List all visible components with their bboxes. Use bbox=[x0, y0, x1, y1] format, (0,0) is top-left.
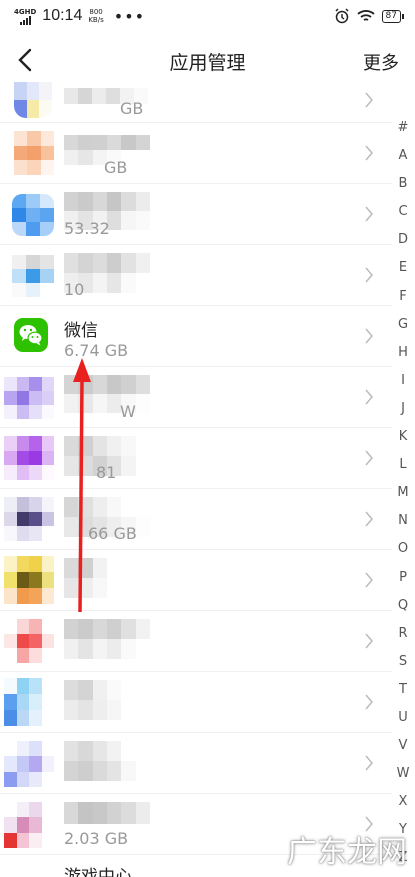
app-row[interactable]: 66 GB bbox=[0, 489, 392, 550]
app-row[interactable]: 81 bbox=[0, 428, 392, 489]
network-label: 4GHD bbox=[14, 7, 37, 16]
app-row[interactable]: 53.32 bbox=[0, 184, 392, 245]
app-size: 81 bbox=[96, 463, 117, 482]
index-letter[interactable]: V bbox=[391, 732, 415, 760]
chevron-right-icon bbox=[365, 389, 373, 405]
network-indicator: 4GHD bbox=[14, 8, 36, 25]
app-icon-blurred bbox=[4, 436, 54, 480]
index-letter[interactable]: E bbox=[391, 254, 415, 282]
alphabet-index[interactable]: # A B C D E F G H I J K L M N O P Q R S T U V W X Y Z bbox=[391, 114, 415, 873]
app-row[interactable] bbox=[0, 550, 392, 611]
index-letter[interactable]: P bbox=[391, 564, 415, 592]
chevron-right-icon bbox=[365, 267, 373, 283]
chevron-right-icon bbox=[365, 511, 373, 527]
app-size: 6.74 GB bbox=[64, 341, 129, 360]
app-row[interactable]: GB bbox=[0, 123, 392, 184]
app-row[interactable]: W bbox=[0, 367, 392, 428]
app-list[interactable]: GB GB 53.32 10 微信 6.74 GB W 81 66 GB 2.0… bbox=[0, 82, 392, 855]
app-icon-blurred bbox=[12, 194, 54, 236]
page-title: 应用管理 bbox=[169, 51, 246, 74]
index-letter[interactable]: K bbox=[391, 423, 415, 451]
chevron-right-icon bbox=[365, 633, 373, 649]
wechat-icon bbox=[14, 318, 48, 352]
app-size: GB bbox=[104, 158, 128, 177]
app-name-blurred bbox=[64, 558, 150, 598]
app-size: W bbox=[120, 402, 136, 421]
app-icon-blurred bbox=[4, 497, 54, 541]
index-letter[interactable]: U bbox=[391, 704, 415, 732]
app-name-game-center[interactable]: 游戏中心 bbox=[64, 862, 132, 877]
index-letter[interactable]: O bbox=[391, 535, 415, 563]
nav-bar: 应用管理 更多 bbox=[0, 32, 415, 90]
watermark: 广东龙网 bbox=[287, 835, 407, 870]
index-letter[interactable]: S bbox=[391, 648, 415, 676]
app-icon-blurred bbox=[4, 556, 54, 604]
index-letter[interactable]: A bbox=[391, 142, 415, 170]
app-size: GB bbox=[120, 99, 144, 118]
index-letter[interactable]: D bbox=[391, 226, 415, 254]
app-row[interactable] bbox=[0, 611, 392, 672]
app-icon-blurred bbox=[4, 377, 54, 419]
chevron-right-icon bbox=[365, 206, 373, 222]
app-icon-blurred bbox=[4, 678, 54, 726]
index-letter[interactable]: M bbox=[391, 479, 415, 507]
overflow-dots-icon: ••• bbox=[113, 6, 146, 26]
app-size: 66 GB bbox=[88, 524, 137, 543]
index-letter[interactable]: N bbox=[391, 507, 415, 535]
app-row[interactable] bbox=[0, 733, 392, 794]
app-name-blurred bbox=[64, 741, 150, 781]
chevron-right-icon bbox=[365, 572, 373, 588]
index-letter[interactable]: X bbox=[391, 788, 415, 816]
index-letter[interactable]: I bbox=[391, 367, 415, 395]
index-letter[interactable]: # bbox=[391, 114, 415, 142]
app-icon-blurred bbox=[4, 619, 54, 663]
chevron-right-icon bbox=[365, 694, 373, 710]
app-size: 53.32 bbox=[64, 219, 110, 238]
more-button[interactable]: 更多 bbox=[363, 49, 399, 75]
net-speed-unit: KB/s bbox=[88, 16, 104, 24]
app-icon-blurred bbox=[12, 255, 54, 297]
app-row[interactable] bbox=[0, 672, 392, 733]
net-speed: 800 KB/s bbox=[88, 8, 103, 24]
app-row[interactable]: GB bbox=[0, 82, 392, 123]
app-size: 2.03 GB bbox=[64, 829, 129, 848]
app-row-wechat[interactable]: 微信 6.74 GB bbox=[0, 306, 392, 367]
app-name: 微信 bbox=[64, 321, 98, 341]
index-letter[interactable]: L bbox=[391, 451, 415, 479]
app-row[interactable]: 10 bbox=[0, 245, 392, 306]
app-icon-blurred bbox=[4, 802, 54, 848]
chevron-right-icon bbox=[365, 328, 373, 344]
wifi-icon bbox=[356, 10, 375, 21]
chevron-right-icon bbox=[365, 450, 373, 466]
index-letter[interactable]: W bbox=[391, 760, 415, 788]
app-icon-blurred bbox=[14, 82, 52, 118]
app-name-blurred bbox=[64, 619, 150, 659]
index-letter[interactable]: Q bbox=[391, 592, 415, 620]
net-speed-value: 800 bbox=[89, 8, 103, 16]
index-letter[interactable]: C bbox=[391, 198, 415, 226]
index-letter[interactable]: R bbox=[391, 620, 415, 648]
chevron-right-icon bbox=[365, 145, 373, 161]
app-size: 10 bbox=[64, 280, 85, 299]
index-letter[interactable]: H bbox=[391, 339, 415, 367]
index-letter[interactable]: F bbox=[391, 283, 415, 311]
chevron-right-icon bbox=[365, 755, 373, 771]
app-name-blurred bbox=[64, 802, 150, 824]
alarm-icon bbox=[335, 8, 349, 24]
index-letter[interactable]: B bbox=[391, 170, 415, 198]
app-icon-blurred bbox=[4, 741, 54, 787]
index-letter[interactable]: J bbox=[391, 395, 415, 423]
app-name-blurred bbox=[64, 680, 150, 720]
app-icon-blurred bbox=[14, 131, 54, 175]
app-name-blurred bbox=[64, 375, 150, 413]
battery-icon: 87 bbox=[381, 9, 405, 23]
status-bar: 4GHD 10:14 800 KB/s ••• 87 bbox=[0, 0, 415, 32]
chevron-right-icon bbox=[365, 92, 373, 108]
clock: 10:14 bbox=[42, 7, 83, 24]
index-letter[interactable]: G bbox=[391, 311, 415, 339]
index-letter[interactable]: T bbox=[391, 676, 415, 704]
signal-icon bbox=[19, 15, 31, 25]
